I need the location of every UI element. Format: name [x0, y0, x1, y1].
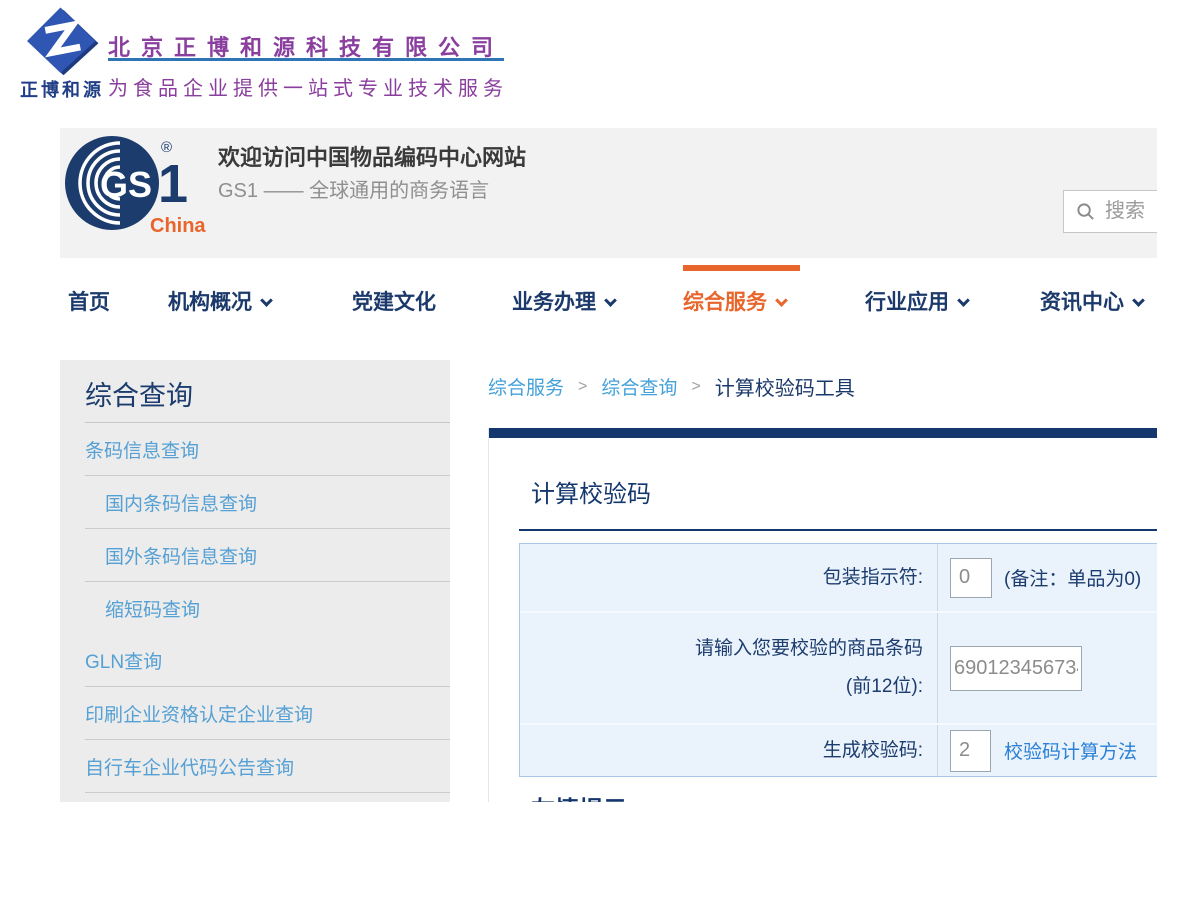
breadcrumb: 综合服务 > 综合查询 > 计算校验码工具 [488, 372, 855, 401]
package-indicator-label: 包装指示符: [520, 544, 938, 611]
panel-top-bar [489, 428, 1157, 438]
sidebar-item-short-code[interactable]: 缩短码查询 [85, 582, 450, 634]
nav-item-news[interactable]: 资讯中心 [1040, 286, 1143, 316]
nav-item-business[interactable]: 业务办理 [512, 286, 615, 316]
gs1-logo-china-text: China [150, 215, 206, 236]
form-row-package-indicator: 包装指示符: (备注：单品为0) [520, 544, 1157, 611]
main-nav: 首页 机构概况 党建文化 业务办理 综合服务 行业应用 资讯中心 [60, 258, 1157, 342]
breadcrumb-query[interactable]: 综合查询 [601, 373, 677, 400]
zhengbo-logo-icon [24, 6, 100, 76]
barcode-label: 请输入您要校验的商品条码 (前12位): [520, 613, 938, 723]
sidebar-title: 综合查询 [85, 360, 450, 423]
sidebar: 综合查询 条码信息查询 国内条码信息查询 国外条码信息查询 缩短码查询 GLN查… [60, 360, 450, 802]
welcome-subtitle: GS1 —— 全球通用的商务语言 [218, 174, 489, 203]
chevron-down-icon [604, 294, 617, 307]
company-underline [108, 58, 504, 61]
calculation-method-link[interactable]: 校验码计算方法 [1004, 737, 1137, 764]
form-row-check-digit: 生成校验码: 校验码计算方法 [520, 723, 1157, 776]
tips-heading-clipped: 友情提示 [531, 790, 627, 802]
chevron-down-icon [775, 294, 788, 307]
sidebar-item-bicycle-code[interactable]: 自行车企业代码公告查询 [85, 740, 450, 793]
registered-mark: ® [161, 139, 172, 156]
breadcrumb-separator: > [691, 378, 700, 396]
search-icon [1076, 202, 1095, 221]
breadcrumb-services[interactable]: 综合服务 [488, 373, 564, 400]
gs1-logo-one-text: 1 [158, 154, 188, 214]
sidebar-item-gln-query[interactable]: GLN查询 [85, 634, 450, 687]
page-title: 计算校验码 [531, 474, 1157, 509]
package-indicator-note: (备注：单品为0) [1004, 564, 1141, 591]
breadcrumb-separator: > [578, 378, 587, 396]
company-logo-caption: 正博和源 [12, 76, 112, 102]
nav-item-about[interactable]: 机构概况 [168, 286, 271, 316]
form-row-barcode: 请输入您要校验的商品条码 (前12位): [520, 611, 1157, 723]
chevron-down-icon [260, 294, 273, 307]
search-box[interactable] [1063, 190, 1157, 233]
check-digit-form: 包装指示符: (备注：单品为0) 请输入您要校验的商品条码 (前12位): [519, 543, 1157, 777]
chevron-down-icon [1132, 294, 1145, 307]
nav-item-services[interactable]: 综合服务 [683, 286, 786, 316]
gs1-logo-gs-text: GS [100, 164, 152, 205]
site-header: GS 1 ® China 欢迎访问中国物品编码中心网站 GS1 —— 全球通用的… [60, 128, 1157, 258]
welcome-title: 欢迎访问中国物品编码中心网站 [218, 140, 526, 172]
sidebar-item-domestic-barcode[interactable]: 国内条码信息查询 [85, 476, 450, 529]
company-slogan: 为食品企业提供一站式专业技术服务 [108, 72, 508, 101]
nav-item-party[interactable]: 党建文化 [352, 286, 436, 316]
search-input[interactable] [1105, 200, 1157, 223]
sidebar-item-printing-company[interactable]: 印刷企业资格认定企业查询 [85, 687, 450, 740]
sidebar-item-barcode-info[interactable]: 条码信息查询 [85, 423, 450, 476]
content-panel: 计算校验码 包装指示符: (备注：单品为0) 请输入您要校验的商品条码 (前12… [488, 428, 1157, 802]
package-indicator-input[interactable] [950, 558, 992, 598]
nav-item-home[interactable]: 首页 [68, 286, 110, 316]
gs1-china-logo[interactable]: GS 1 ® China [64, 134, 216, 236]
title-underline [519, 529, 1157, 531]
sidebar-item-barcode-terms[interactable]: 条码术语查询 [85, 793, 450, 802]
active-tab-indicator [683, 265, 800, 271]
gs1-site-screenshot: GS 1 ® China 欢迎访问中国物品编码中心网站 GS1 —— 全球通用的… [60, 128, 1157, 802]
chevron-down-icon [957, 294, 970, 307]
breadcrumb-current-page: 计算校验码工具 [715, 372, 855, 401]
barcode-input[interactable] [950, 646, 1082, 691]
check-digit-label: 生成校验码: [520, 725, 938, 776]
nav-item-industry[interactable]: 行业应用 [865, 286, 968, 316]
check-digit-output[interactable] [950, 730, 991, 772]
sidebar-item-foreign-barcode[interactable]: 国外条码信息查询 [85, 529, 450, 582]
company-header: 正博和源 北京正博和源科技有限公司 为食品企业提供一站式专业技术服务 [0, 0, 1200, 118]
